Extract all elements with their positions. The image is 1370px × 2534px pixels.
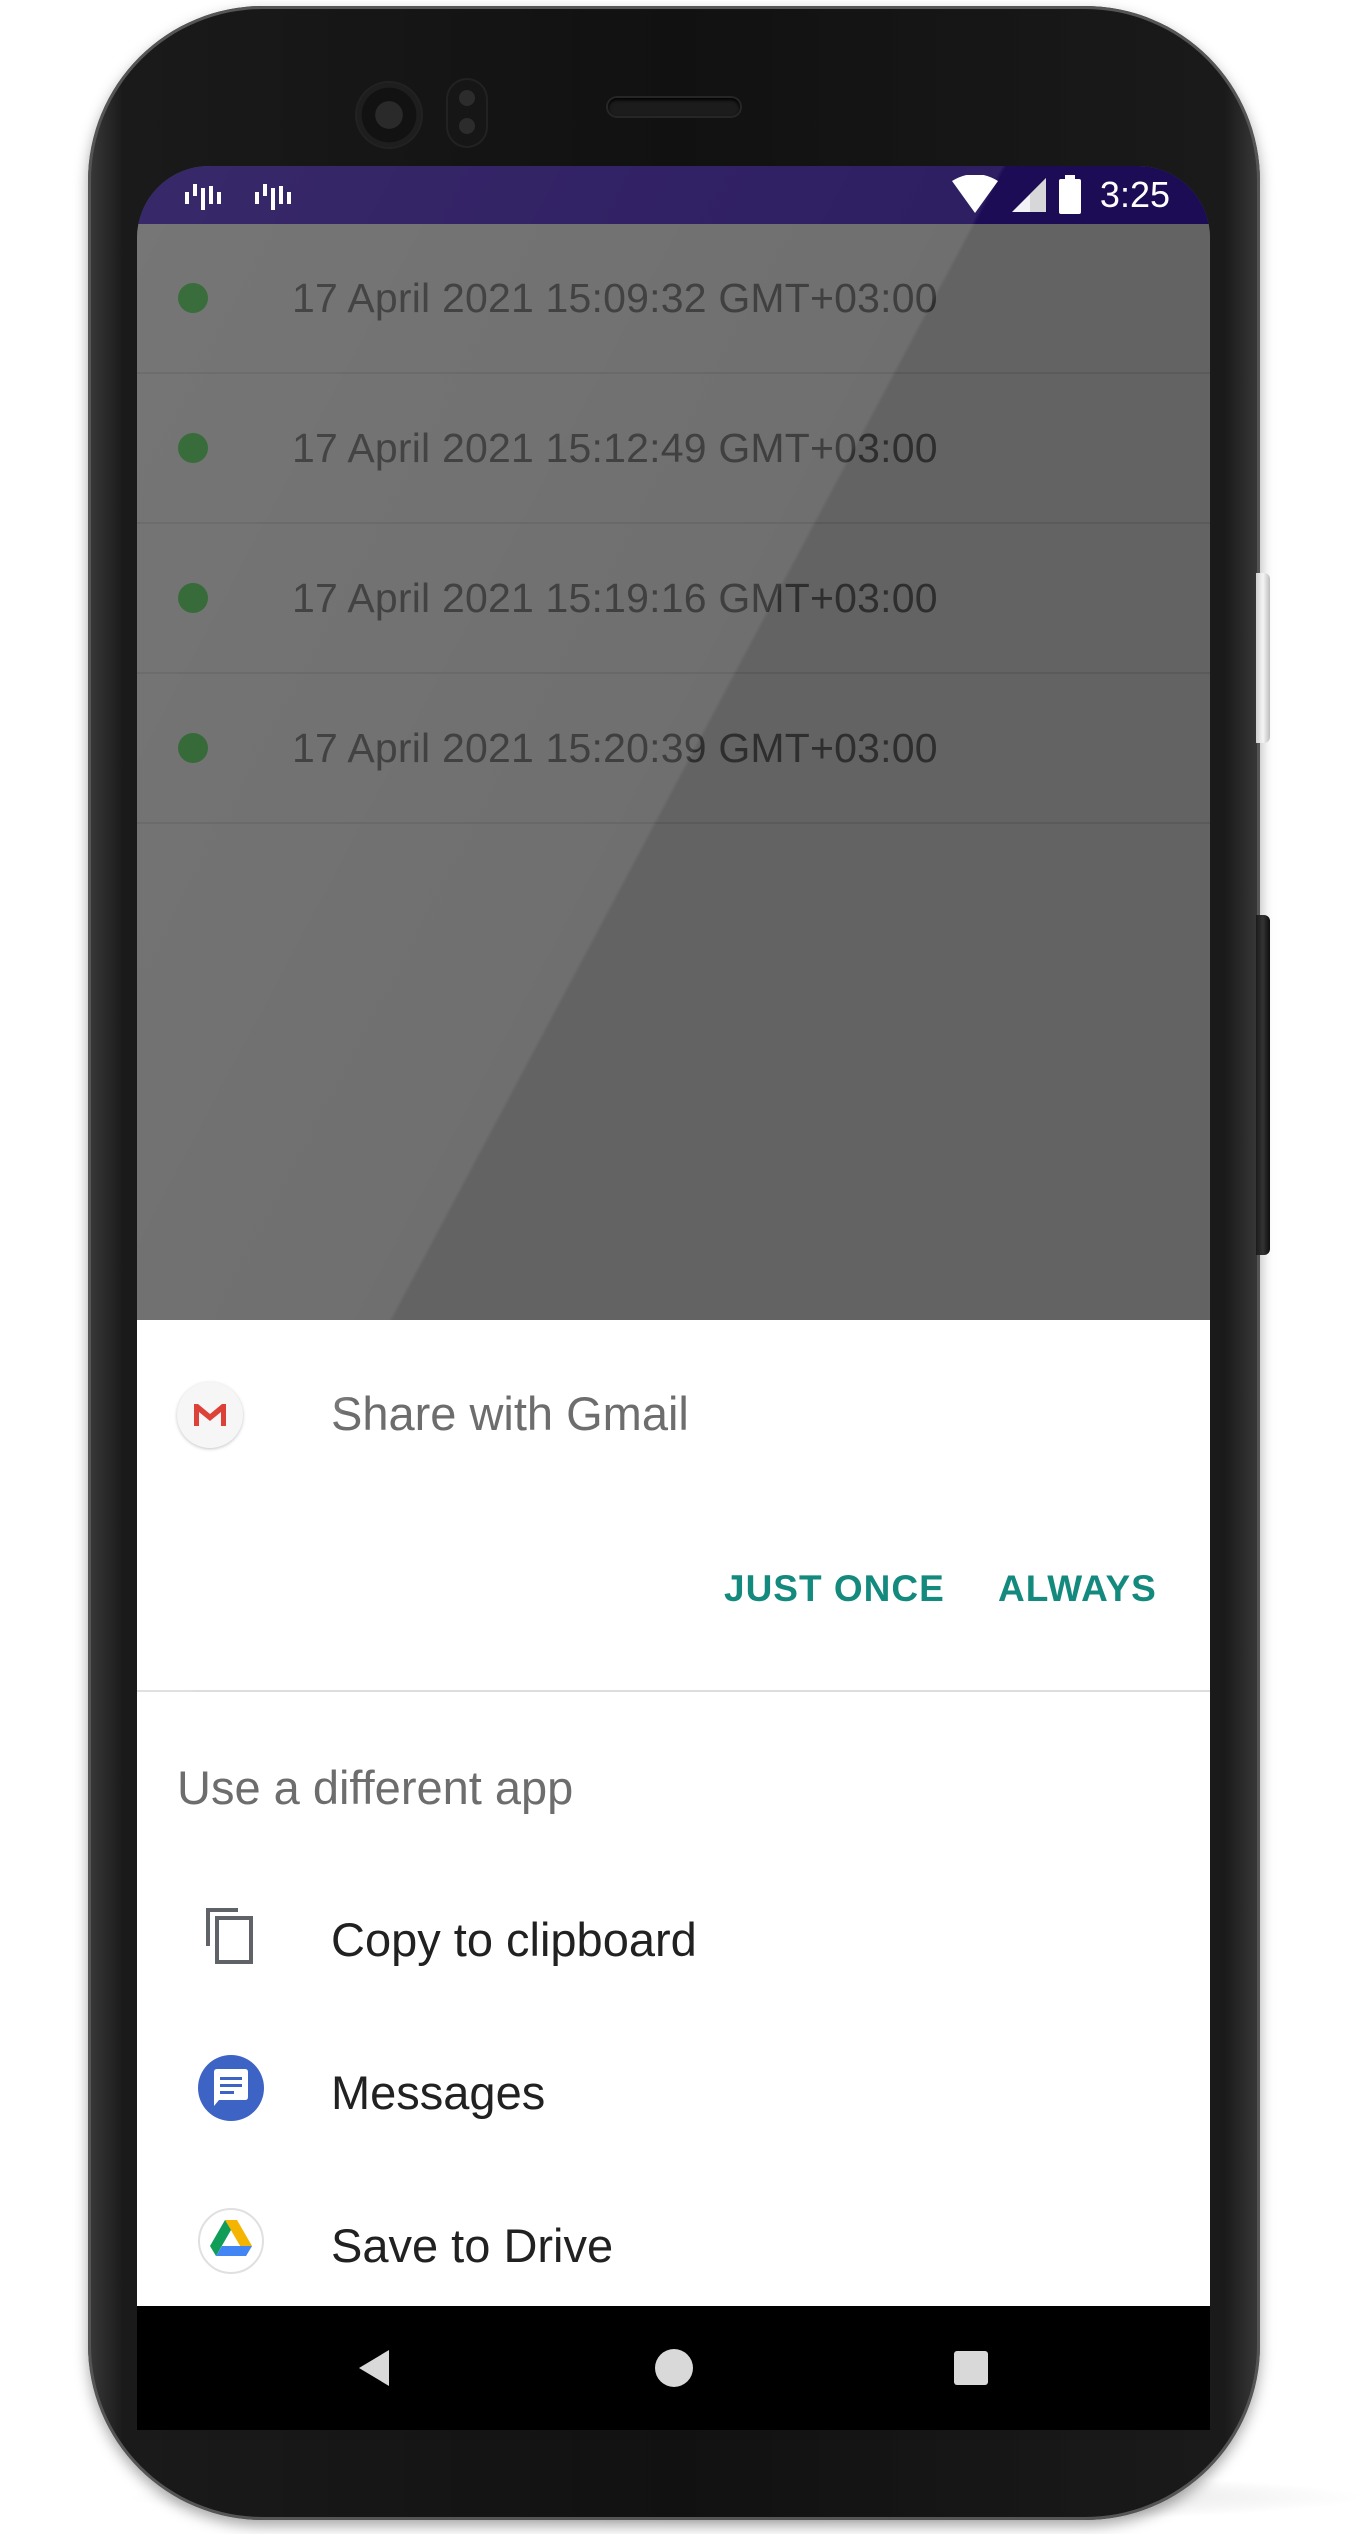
messages-icon: [198, 2055, 264, 2121]
list-item[interactable]: 17 April 2021 15:09:32 GMT+03:00: [137, 224, 1210, 374]
status-icons: 3:25: [950, 166, 1170, 224]
proximity-sensor: [448, 80, 486, 146]
list-item[interactable]: 17 April 2021 15:12:49 GMT+03:00: [137, 374, 1210, 524]
copy-icon: [206, 1908, 253, 1964]
status-dot: [178, 583, 208, 613]
default-app-section: Share with Gmail JUST ONCE ALWAYS: [137, 1320, 1210, 1692]
option-label: Messages: [331, 2066, 546, 2119]
gmail-icon: [177, 1382, 243, 1448]
list-item-label: 17 April 2021 15:12:49 GMT+03:00: [292, 424, 938, 471]
earpiece-speaker: [608, 98, 740, 116]
sim-activity-icon: [255, 184, 291, 210]
list-item[interactable]: 17 April 2021 15:20:39 GMT+03:00: [137, 674, 1210, 824]
cell-signal-icon: [1011, 178, 1046, 212]
share-title: Share with Gmail: [331, 1387, 689, 1440]
recents-icon[interactable]: [952, 2349, 990, 2387]
use-different-app-label: Use a different app: [177, 1761, 574, 1814]
drive-icon: [198, 2208, 264, 2274]
navigation-bar: [137, 2306, 1210, 2430]
screen: 3:25 17 April 2021 15:09:32 GMT+03:00 17…: [137, 166, 1210, 2430]
back-icon[interactable]: [355, 2347, 393, 2389]
option-label: Copy to clipboard: [331, 1913, 697, 1966]
sim-activity-icon: [185, 184, 221, 210]
status-bar: 3:25: [137, 166, 1210, 224]
option-save-to-drive[interactable]: Save to Drive: [137, 2166, 1210, 2316]
device-mockup: 3:25 17 April 2021 15:09:32 GMT+03:00 17…: [0, 0, 1370, 2534]
status-dot: [178, 433, 208, 463]
option-label: Save to Drive: [331, 2219, 614, 2272]
always-button[interactable]: ALWAYS: [998, 1568, 1157, 1610]
clock: 3:25: [1099, 174, 1170, 215]
timestamp-list: 17 April 2021 15:09:32 GMT+03:00 17 Apri…: [137, 224, 1210, 1486]
list-item-label: 17 April 2021 15:20:39 GMT+03:00: [292, 724, 938, 771]
list-item[interactable]: 17 April 2021 15:19:16 GMT+03:00: [137, 524, 1210, 674]
front-camera: [357, 83, 421, 147]
status-dot: [178, 733, 208, 763]
just-once-button[interactable]: JUST ONCE: [724, 1568, 945, 1610]
battery-icon: [1058, 175, 1081, 214]
status-dot: [178, 283, 208, 313]
option-messages[interactable]: Messages: [137, 2013, 1210, 2163]
volume-button: [1256, 573, 1270, 743]
home-icon[interactable]: [653, 2347, 695, 2389]
wifi-icon: [951, 175, 998, 213]
share-bottom-sheet: Share with Gmail JUST ONCE ALWAYS Use a …: [137, 1320, 1210, 2430]
power-button: [1256, 915, 1270, 1255]
list-item-label: 17 April 2021 15:19:16 GMT+03:00: [292, 574, 938, 621]
list-item-label: 17 April 2021 15:09:32 GMT+03:00: [292, 274, 938, 321]
option-copy-to-clipboard[interactable]: Copy to clipboard: [137, 1860, 1210, 2010]
